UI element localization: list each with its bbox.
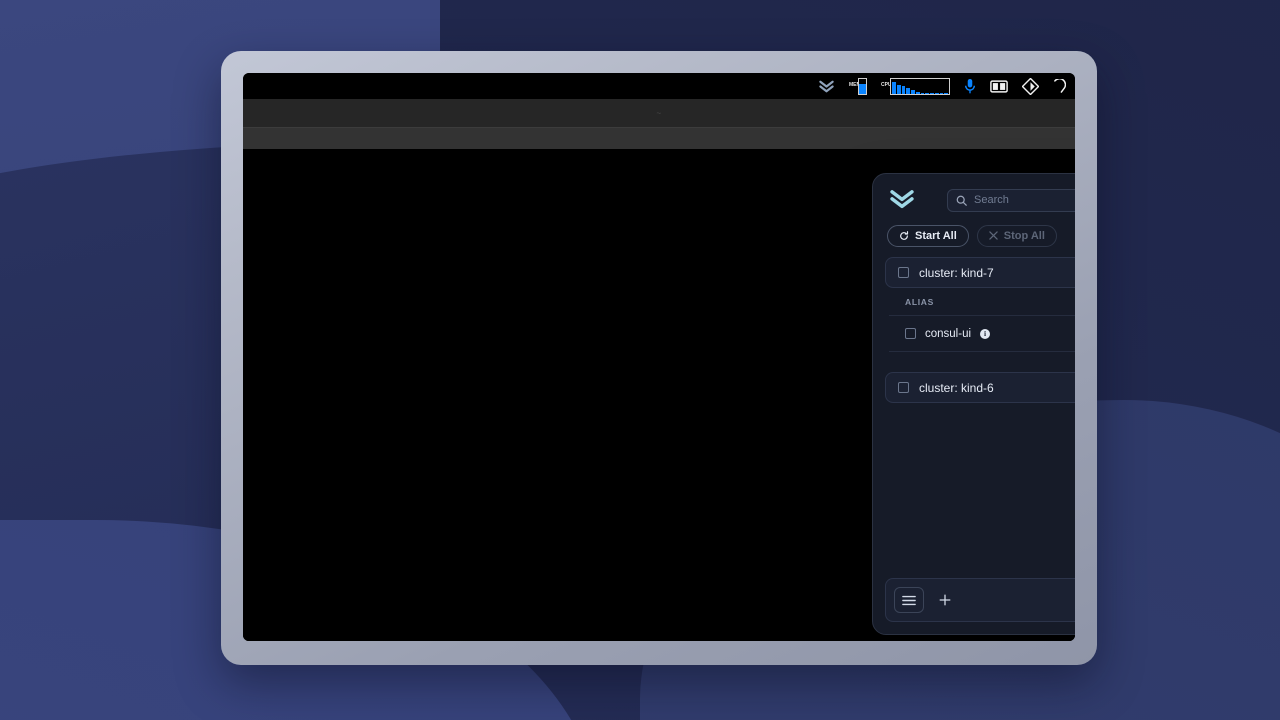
cluster-name: cluster: kind-7 — [919, 266, 1075, 280]
plus-icon — [939, 594, 951, 606]
service-table: ALIAS PORT STATUS ACTION consul-ui i 8 — [885, 288, 1075, 352]
terminal-title: ~ — [657, 109, 662, 118]
cpu-bar — [930, 93, 934, 94]
cluster-name: cluster: kind-6 — [919, 381, 1075, 395]
menubar-split-view[interactable] — [983, 73, 1015, 99]
cluster-list: cluster: kind-7 i 0/1 — [873, 257, 1075, 578]
hamburger-menu-icon — [902, 595, 916, 606]
laptop-screen: MEM CPU — [243, 73, 1075, 641]
cpu-label: CPU — [881, 83, 887, 88]
service-alias: consul-ui — [925, 328, 971, 340]
cpu-bar — [906, 88, 910, 93]
menubar-microphone[interactable] — [957, 73, 983, 99]
close-x-icon — [989, 231, 998, 240]
service-checkbox[interactable] — [905, 328, 916, 339]
popover-header — [873, 174, 1075, 224]
cpu-bar — [897, 85, 901, 94]
memory-gauge-fill — [859, 84, 866, 93]
cpu-bar — [935, 93, 939, 94]
split-view-icon — [990, 80, 1008, 93]
microphone-icon — [964, 78, 976, 95]
terminal-tabbar[interactable] — [243, 127, 1075, 149]
menubar-diamond[interactable] — [1015, 73, 1046, 99]
kubeforwarder-popover: Start All Stop All Expand All — [872, 173, 1075, 635]
cpu-bar — [921, 93, 925, 94]
cpu-bar — [916, 92, 920, 94]
cpu-bar — [902, 86, 906, 93]
cpu-bar — [944, 93, 948, 94]
search-icon — [956, 195, 967, 206]
column-header-alias: ALIAS — [889, 297, 1057, 307]
start-all-button[interactable]: Start All — [887, 225, 969, 247]
laptop-frame: MEM CPU — [221, 51, 1097, 665]
menubar-partial[interactable] — [1046, 73, 1073, 99]
menubar-memory-monitor[interactable]: MEM — [842, 73, 874, 99]
cpu-bar — [911, 90, 915, 93]
diamond-icon — [1022, 78, 1039, 95]
partial-icon — [1053, 79, 1066, 94]
double-chevron-logo — [887, 186, 917, 214]
macos-menu-bar: MEM CPU — [243, 73, 1075, 99]
memory-gauge-icon — [858, 78, 867, 95]
cluster-row[interactable]: cluster: kind-7 i 0/1 — [885, 257, 1075, 288]
memory-label: MEM — [849, 83, 855, 88]
popover-action-bar: Start All Stop All Expand All — [873, 224, 1075, 257]
stop-all-label: Stop All — [1004, 230, 1045, 242]
start-all-label: Start All — [915, 230, 957, 242]
cluster-checkbox[interactable] — [898, 267, 909, 278]
refresh-start-icon — [899, 231, 909, 241]
add-button[interactable] — [930, 587, 960, 613]
menubar-cpu-monitor[interactable]: CPU — [874, 73, 957, 99]
cluster-row[interactable]: cluster: kind-6 i 0/1 — [885, 372, 1075, 403]
service-port: 8500 — [1057, 328, 1075, 340]
column-header-port: PORT — [1057, 297, 1075, 307]
list-spacer — [885, 352, 1075, 372]
terminal-titlebar[interactable]: ~ — [243, 99, 1075, 127]
popover-footer — [885, 578, 1075, 622]
service-table-header: ALIAS PORT STATUS ACTION — [889, 288, 1075, 316]
app-chevron-icon — [818, 79, 835, 94]
cpu-bar — [940, 93, 944, 94]
table-row[interactable]: consul-ui i 8500 — [889, 316, 1075, 352]
cpu-bar — [925, 93, 929, 94]
cluster-checkbox[interactable] — [898, 382, 909, 393]
search-input[interactable] — [974, 194, 1075, 206]
info-icon[interactable]: i — [980, 329, 990, 339]
cpu-bar — [892, 82, 896, 94]
cpu-graph-icon — [890, 78, 950, 95]
stop-all-button[interactable]: Stop All — [977, 225, 1057, 247]
menubar-app-chevron[interactable] — [811, 73, 842, 99]
menu-button[interactable] — [894, 587, 924, 613]
search-box[interactable] — [947, 189, 1075, 212]
desktop-background: MEM CPU — [0, 0, 1280, 720]
